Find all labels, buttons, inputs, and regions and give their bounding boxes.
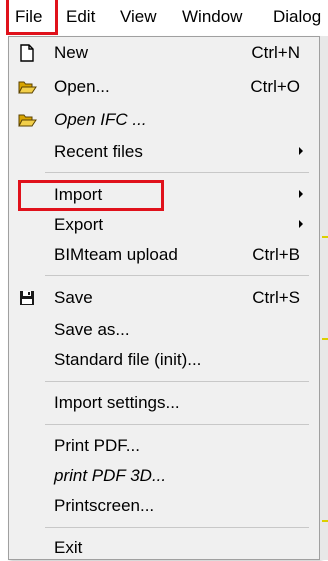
background-window-strip <box>320 36 328 560</box>
menu-item-label: Printscreen... <box>54 496 155 515</box>
menu-separator <box>45 275 309 276</box>
menu-item-label: Print PDF... <box>54 436 140 455</box>
menu-item-export[interactable]: Export <box>9 210 319 240</box>
open-folder-icon <box>17 77 37 97</box>
menu-item-print-pdf-3d[interactable]: print PDF 3D... <box>9 461 319 491</box>
background-window-line <box>322 520 328 522</box>
application-window: File Edit View Window Dialog New Ctrl+N … <box>0 0 328 561</box>
submenu-arrow-icon <box>299 190 303 198</box>
menu-item-label: BIMteam upload <box>54 245 178 264</box>
menu-item-label: Open IFC ... <box>54 110 147 129</box>
menu-item-import-settings[interactable]: Import settings... <box>9 388 319 418</box>
menu-item-label: Save as... <box>54 320 130 339</box>
menu-item-label: New <box>54 43 89 62</box>
menu-item-open[interactable]: Open... Ctrl+O <box>9 72 319 102</box>
background-window-line <box>322 338 328 340</box>
menu-separator <box>45 381 309 382</box>
menu-bar: File Edit View Window Dialog <box>0 0 328 35</box>
submenu-arrow-icon <box>299 147 303 155</box>
menu-separator <box>45 424 309 425</box>
open-folder-icon <box>17 110 37 130</box>
menu-window[interactable]: Window <box>182 6 242 28</box>
menu-item-label: print PDF 3D... <box>54 466 167 485</box>
menu-item-bimteam-upload[interactable]: BIMteam upload Ctrl+B <box>9 240 319 270</box>
menu-item-label: Save <box>54 288 93 307</box>
menu-item-save[interactable]: Save Ctrl+S <box>9 283 319 313</box>
submenu-arrow-icon <box>299 220 303 228</box>
menu-item-new[interactable]: New Ctrl+N <box>9 38 319 68</box>
menu-item-label: Recent files <box>54 142 143 161</box>
menu-item-label: Standard file (init)... <box>54 350 202 369</box>
menu-item-label: Open... <box>54 77 110 96</box>
menu-item-shortcut: Ctrl+O <box>250 77 300 96</box>
menu-item-label: Import settings... <box>54 393 180 412</box>
menu-item-exit[interactable]: Exit <box>9 533 319 561</box>
menu-separator <box>45 527 309 528</box>
menu-item-label: Export <box>54 215 104 234</box>
import-highlight-box <box>18 180 164 211</box>
menu-item-save-as[interactable]: Save as... <box>9 315 319 345</box>
new-document-icon <box>17 43 37 63</box>
menu-view[interactable]: View <box>120 6 157 28</box>
menu-item-shortcut: Ctrl+N <box>251 43 300 62</box>
menu-item-open-ifc[interactable]: Open IFC ... <box>9 105 319 135</box>
menu-item-standard-file[interactable]: Standard file (init)... <box>9 345 319 375</box>
menu-item-label: Exit <box>54 538 83 557</box>
floppy-disk-icon <box>17 288 37 308</box>
menu-edit[interactable]: Edit <box>66 6 95 28</box>
file-menu-highlight-box <box>6 0 58 35</box>
menu-item-printscreen[interactable]: Printscreen... <box>9 491 319 521</box>
menu-item-print-pdf[interactable]: Print PDF... <box>9 431 319 461</box>
menu-separator <box>45 172 309 173</box>
menu-item-shortcut: Ctrl+B <box>252 245 300 264</box>
menu-item-recent-files[interactable]: Recent files <box>9 137 319 167</box>
menu-dialog[interactable]: Dialog <box>273 6 321 28</box>
background-window-line <box>322 236 328 238</box>
menu-item-shortcut: Ctrl+S <box>252 288 300 307</box>
